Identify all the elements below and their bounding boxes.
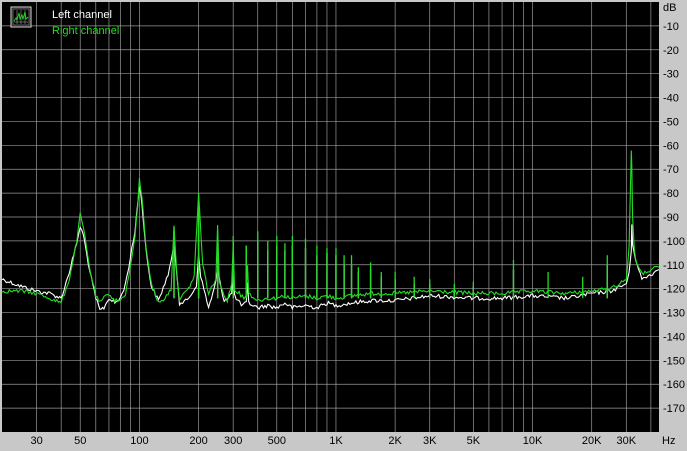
y-tick-label: -30: [663, 69, 679, 81]
x-tick-label: 100: [130, 435, 148, 447]
y-tick-label: -130: [663, 308, 685, 320]
y-tick-label: -150: [663, 355, 685, 367]
x-tick-label: 500: [268, 435, 286, 447]
y-tick-label: -110: [663, 260, 684, 272]
x-tick-label: 30K: [617, 435, 637, 447]
y-tick-label: -160: [663, 379, 685, 391]
y-tick-label: -170: [663, 403, 685, 415]
x-tick-label: 50: [74, 435, 86, 447]
legend-item-left-channel[interactable]: Left channel: [52, 9, 112, 21]
y-tick-label: -90: [663, 212, 679, 224]
y-tick-label: -70: [663, 164, 679, 176]
y-tick-label: -60: [663, 140, 679, 152]
x-axis-label: Hz: [662, 435, 675, 447]
y-axis-label: dB: [663, 2, 676, 14]
x-tick-label: 2K: [388, 435, 402, 447]
y-tick-label: -40: [663, 93, 679, 105]
legend-icon[interactable]: [10, 6, 32, 28]
x-tick-label: 30: [30, 435, 42, 447]
x-tick-label: 3K: [423, 435, 437, 447]
x-tick-label: 20K: [582, 435, 602, 447]
spectrum-chart: 30 50 100 200 300 500 1K 2K 3K 5K 10K 20K 30K -10 -20…: [0, 0, 687, 451]
x-tick-label: 300: [224, 435, 242, 447]
x-tick-label: 200: [189, 435, 207, 447]
legend-item-right-channel[interactable]: Right channel: [52, 25, 119, 37]
x-tick-label: 1K: [329, 435, 343, 447]
y-tick-label: -80: [663, 188, 679, 200]
y-tick-label: -20: [663, 45, 679, 57]
y-tick-label: -140: [663, 331, 685, 343]
x-tick-label: 5K: [467, 435, 481, 447]
x-tick-label: 10K: [523, 435, 543, 447]
y-tick-label: -100: [663, 236, 685, 248]
y-tick-label: -120: [663, 284, 685, 296]
y-tick-label: -10: [663, 21, 679, 33]
y-tick-label: -50: [663, 116, 679, 128]
